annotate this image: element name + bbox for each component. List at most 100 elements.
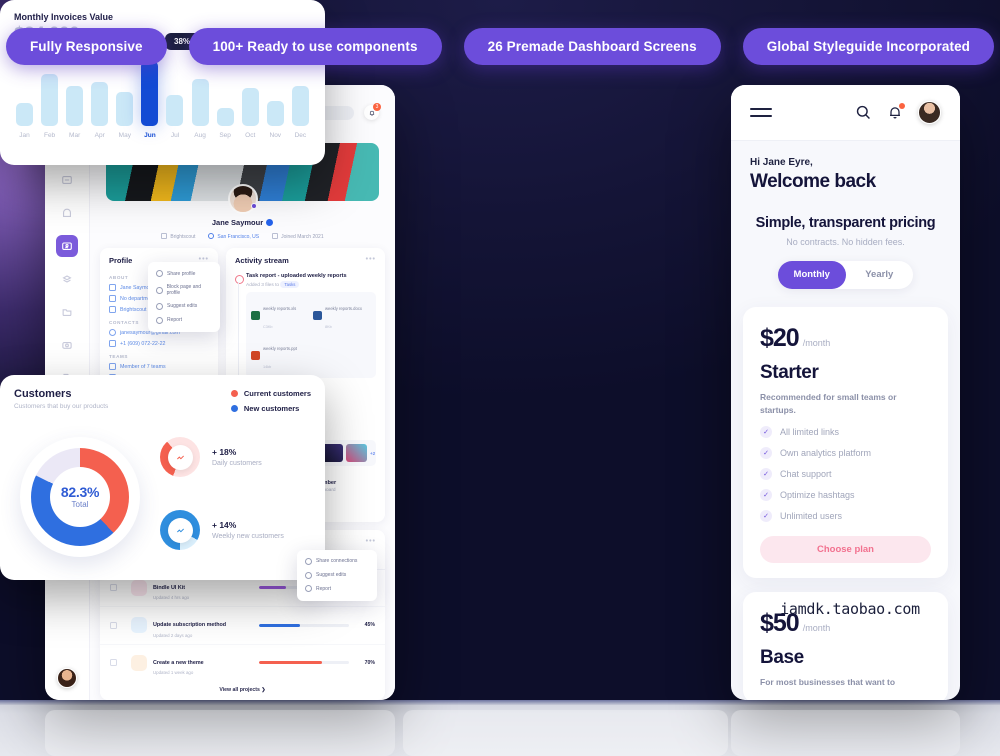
trend-line-icon <box>167 444 193 470</box>
stat-ring-weekly <box>160 510 200 550</box>
hero-pill-2[interactable]: 26 Premade Dashboard Screens <box>463 28 721 65</box>
plan-name: Base <box>760 646 804 668</box>
menu-suggest-edits[interactable]: Suggest edits <box>148 300 220 314</box>
chart-bar-Sep[interactable] <box>216 108 234 126</box>
profile-avatar[interactable] <box>227 184 258 214</box>
hero-pill-1[interactable]: 100+ Ready to use components <box>188 28 442 65</box>
building-icon <box>109 306 116 313</box>
check-icon: ✓ <box>760 425 772 438</box>
menu-block-page[interactable]: Block page and profile <box>148 281 220 300</box>
ppt-file-icon <box>251 350 260 360</box>
search-icon[interactable] <box>855 104 872 121</box>
menu-icon[interactable] <box>750 108 772 117</box>
toggle-monthly[interactable]: Monthly <box>778 261 846 289</box>
profile-company: Brightscout <box>161 233 195 240</box>
avatar[interactable] <box>918 101 941 124</box>
bar <box>41 73 59 126</box>
profile-location: San Francisco, US <box>208 233 259 240</box>
chart-bar-Dec[interactable] <box>291 86 309 126</box>
chart-title: Monthly Invoices Value <box>14 12 114 22</box>
billing-toggle[interactable]: Monthly Yearly <box>778 261 913 289</box>
table-row[interactable]: Update subscription method Updated 2 days… <box>100 607 385 645</box>
sidebar-avatar[interactable] <box>57 668 77 688</box>
sidebar-item-folder-icon[interactable] <box>56 301 78 323</box>
row-checkbox[interactable] <box>110 621 117 629</box>
activity-files: weekly reports.xls C3Kb weekly reports.do… <box>246 292 376 378</box>
chart-bar-Mar[interactable] <box>66 86 84 126</box>
choose-plan-button-starter[interactable]: Choose plan <box>760 535 931 563</box>
toggle-yearly[interactable]: Yearly <box>846 261 914 289</box>
x-label-Mar: Mar <box>69 132 81 139</box>
chart-bar-Apr[interactable] <box>91 81 109 126</box>
profile-meta-row: Brightscout San Francisco, US Joined Mar… <box>90 233 395 240</box>
view-all-projects-button[interactable]: View all projects ❯ <box>100 681 385 700</box>
plan-feature: ✓ Own analytics platform <box>760 446 931 459</box>
chart-bar-Oct[interactable] <box>241 88 259 126</box>
bar <box>266 100 284 126</box>
sidebar-item-camera-icon[interactable] <box>56 334 78 356</box>
thumbnail[interactable] <box>322 444 343 462</box>
project-updated: Updated 4 hrs ago <box>153 595 190 600</box>
hero-pill-3[interactable]: Global Styleguide Incorporated <box>742 28 995 65</box>
bar <box>141 61 159 126</box>
sidebar-item-inbox-icon[interactable] <box>56 169 78 191</box>
teams-section-label: TEAMS <box>109 354 129 359</box>
customers-legend: Current customers New customers <box>230 389 311 419</box>
stat-weekly-customers: + 14% Weekly new customers <box>160 510 284 550</box>
activity-title: Activity stream <box>235 256 289 265</box>
file-item[interactable]: weekly reports.docx 8Kb <box>313 297 371 333</box>
menu-suggest-edits[interactable]: Suggest edits <box>297 568 377 582</box>
list-item[interactable]: Task report - uploaded weekly reports Ad… <box>226 270 385 392</box>
chart-bar-Jul[interactable] <box>166 95 184 126</box>
plan-feature: ✓ Chat support <box>760 467 931 480</box>
progress-value: 70% <box>364 659 375 666</box>
menu-share-profile[interactable]: Share profile <box>148 267 220 281</box>
customers-card: Customers Customers that buy our product… <box>0 375 325 580</box>
menu-report[interactable]: Report <box>148 313 220 327</box>
calendar-icon <box>272 233 279 239</box>
plan-feature: ✓ Unlimited users <box>760 509 931 522</box>
chart-bar-Jun[interactable] <box>141 61 159 126</box>
row-checkbox[interactable] <box>110 659 117 667</box>
menu-report[interactable]: Report <box>297 582 377 596</box>
bell-icon[interactable] <box>887 103 905 121</box>
teams-item-0[interactable]: Member of 7 teams <box>100 361 218 372</box>
hero-pill-0[interactable]: Fully Responsive <box>5 28 167 65</box>
project-icon <box>131 617 147 634</box>
x-label-May: May <box>118 132 131 139</box>
chart-bar-May[interactable] <box>116 91 134 126</box>
activity-menu-icon[interactable]: ••• <box>366 256 376 265</box>
donut-percent: 82.3% <box>60 484 100 500</box>
plan-period: /month <box>802 622 831 633</box>
projects-menu-icon[interactable]: ••• <box>366 538 376 547</box>
activity-sub-0: Added 3 files to Tasks <box>246 281 376 288</box>
file-item[interactable]: weekly reports.ppt 14kb <box>251 337 309 373</box>
chart-bar-Aug[interactable] <box>191 79 209 126</box>
bar <box>116 91 134 126</box>
stat-label-weekly: Weekly new customers <box>212 533 284 540</box>
chart-bar-Nov[interactable] <box>266 100 284 126</box>
thumbnail[interactable] <box>346 444 367 462</box>
sidebar-item-id-card-icon[interactable] <box>56 235 78 257</box>
x-label-Nov: Nov <box>269 132 282 139</box>
file-item[interactable]: weekly reports.xls C3Kb <box>251 297 309 333</box>
sidebar-item-settings-icon[interactable] <box>56 268 78 290</box>
row-checkbox[interactable] <box>110 584 117 592</box>
table-row[interactable]: Create a new theme Updated 1 week ago 70% <box>100 645 385 682</box>
notification-bell-button[interactable]: 3 <box>364 103 381 120</box>
bar <box>66 86 84 126</box>
menu-share-connections[interactable]: Share connections <box>297 555 377 569</box>
chart-x-labels: Jan Feb Mar Apr May Jun Jul Aug Sep Oct Nov Dec <box>14 126 311 139</box>
sidebar-item-bag-icon[interactable] <box>56 202 78 224</box>
contact-item-1[interactable]: +1 (609) 072-22-22 <box>100 338 218 349</box>
chart-bar-Jan[interactable] <box>16 102 33 126</box>
reflection-left <box>45 710 395 756</box>
bar <box>91 81 109 126</box>
bar <box>241 88 259 126</box>
chart-bar-Feb[interactable] <box>41 73 59 126</box>
trend-line-icon <box>167 517 193 543</box>
check-icon: ✓ <box>760 488 772 501</box>
bar <box>191 79 209 126</box>
watermark: iamdk.taobao.com <box>780 600 920 618</box>
project-icon <box>131 654 147 671</box>
